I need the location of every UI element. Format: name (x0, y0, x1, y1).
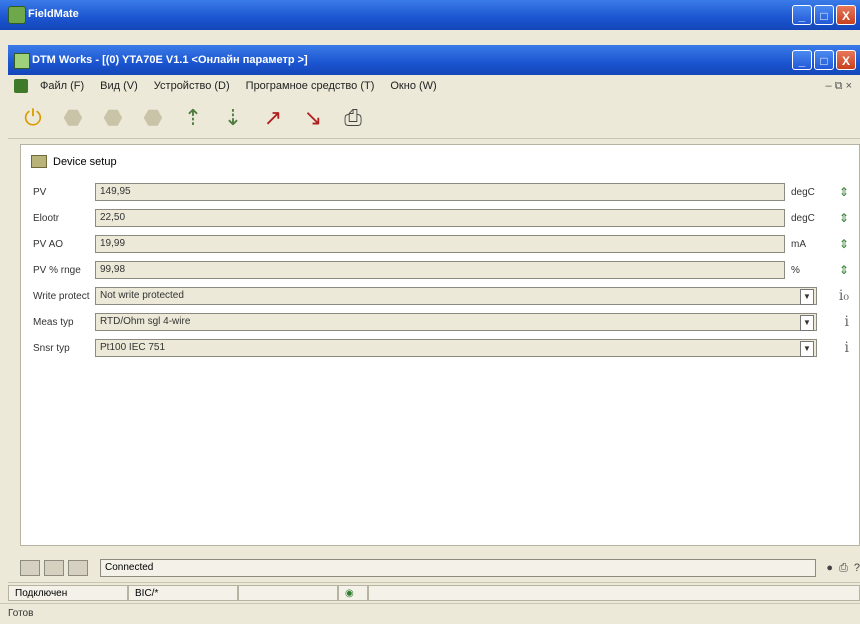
info-icon[interactable]: i (845, 340, 849, 356)
docbar-right-icons: ● ⎙ ? (826, 562, 860, 575)
parameter-label: PV % rnge (33, 265, 81, 276)
view-icon-3[interactable] (68, 560, 88, 576)
parameter-unit: % (791, 265, 800, 276)
parameter-select[interactable]: Pt100 IEC 751 ▼ (95, 339, 817, 357)
parameter-label: Snsr typ (33, 343, 70, 354)
outer-menu-strip (0, 30, 860, 42)
parameter-label: Elootr (33, 213, 60, 224)
parameter-label: Write protect (33, 291, 90, 302)
parameter-unit: degC (791, 213, 815, 224)
status-indicator-icon: ⇕ (838, 237, 849, 251)
info-icon[interactable]: i (845, 314, 849, 330)
online-icon[interactable]: ⏻ (16, 101, 50, 135)
parameter-value-field: 149,95 (95, 183, 785, 201)
view-icon-1[interactable] (20, 560, 40, 576)
inner-minimize-button[interactable]: _ (792, 50, 812, 70)
print-icon[interactable]: ⎙ (336, 101, 370, 135)
menu-window[interactable]: Окно (W) (382, 80, 444, 92)
outer-close-button[interactable]: X (836, 5, 856, 25)
outer-window-title: FieldMate (28, 8, 79, 20)
help-icon[interactable]: ? (854, 562, 860, 575)
print-small-icon[interactable]: ⎙ (839, 562, 848, 575)
upload-icon[interactable]: ⇡ (176, 101, 210, 135)
outer-title-bar: FieldMate _ □ X (0, 0, 860, 30)
document-status-bar: Connected ● ⎙ ? (20, 558, 860, 578)
outer-maximize-button[interactable]: □ (814, 5, 834, 25)
parameter-value: Pt100 IEC 751 (100, 342, 166, 353)
parameter-row: Elootr 22,50 degC ⇕ (21, 207, 859, 231)
transfer-down-icon[interactable]: ↘ (296, 101, 330, 135)
toolbar: ⏻ ⬣ ⬣ ⬣ ⇡ ⇣ ↗ ↘ ⎙ (8, 97, 860, 139)
status-indicator-icon: ⇕ (838, 263, 849, 277)
status-connected: Подключен (8, 585, 128, 601)
menu-device[interactable]: Устройство (D) (146, 80, 238, 92)
dropdown-arrow-icon[interactable]: ▼ (800, 289, 814, 305)
parameter-value: 19,99 (100, 238, 126, 249)
app-bottom-status: Готов (0, 603, 860, 624)
parameter-label: PV (33, 187, 47, 198)
parameter-value-field: 19,99 (95, 235, 785, 253)
parameter-label: Meas typ (33, 317, 74, 328)
connection-status: Connected (100, 559, 817, 577)
dropdown-arrow-icon[interactable]: ▼ (800, 315, 814, 331)
parameter-select[interactable]: RTD/Ohm sgl 4-wire ▼ (95, 313, 817, 331)
inner-window-title: DTM Works - [(0) YTA70E V1.1 <Онлайн пар… (32, 54, 308, 66)
outer-minimize-button[interactable]: _ (792, 5, 812, 25)
online-status-icon[interactable]: ● (826, 562, 833, 575)
download-icon[interactable]: ⇣ (216, 101, 250, 135)
parameter-value-field: 22,50 (95, 209, 785, 227)
inner-maximize-button[interactable]: □ (814, 50, 834, 70)
transfer-up-icon[interactable]: ↗ (256, 101, 290, 135)
menu-file[interactable]: Файл (F) (32, 80, 92, 92)
status-empty (238, 585, 338, 601)
info-icon[interactable]: i₀ (839, 288, 849, 304)
status-indicator-icon: ⇕ (838, 185, 849, 199)
dtm-works-icon (14, 53, 30, 69)
folder-icon (31, 155, 47, 168)
parameter-select[interactable]: Not write protected ▼ (95, 287, 817, 305)
view-icon-2[interactable] (44, 560, 64, 576)
parameter-row: PV 149,95 degC ⇕ (21, 181, 859, 205)
status-online-icon: ◉ (338, 585, 368, 601)
inner-close-button[interactable]: X (836, 50, 856, 70)
breadcrumb[interactable]: Device setup (31, 155, 117, 168)
parameter-value-field: 99,98 (95, 261, 785, 279)
mdi-controls[interactable]: – ⧉ × (825, 80, 860, 93)
status-mode: BIC/* (128, 585, 238, 601)
parameter-value: 149,95 (100, 186, 131, 197)
parameter-row: Meas typ RTD/Ohm sgl 4-wire ▼ i (21, 311, 859, 335)
parameter-value: 99,98 (100, 264, 126, 275)
parameter-row: PV AO 19,99 mA ⇕ (21, 233, 859, 257)
parameter-row: Snsr typ Pt100 IEC 751 ▼ i (21, 337, 859, 361)
parameter-unit: degC (791, 187, 815, 198)
fieldmate-app-icon (8, 6, 26, 24)
breadcrumb-label: Device setup (53, 155, 117, 168)
status-indicator-icon: ⇕ (838, 211, 849, 225)
status-bar: Подключен BIC/* ◉ (8, 582, 860, 603)
device-icon-1[interactable]: ⬣ (56, 101, 90, 135)
device-setup-panel: Device setup PV 149,95 degC ⇕ Elootr 22,50 deg… (20, 144, 860, 546)
ready-text: Готов (8, 608, 34, 619)
inner-title-bar: DTM Works - [(0) YTA70E V1.1 <Онлайн пар… (8, 45, 860, 75)
menu-tool[interactable]: Програмное средство (T) (238, 80, 383, 92)
parameter-value: 22,50 (100, 212, 126, 223)
mdi-document-icon (14, 79, 28, 93)
parameter-row: Write protect Not write protected ▼ i₀ (21, 285, 859, 309)
parameter-value: RTD/Ohm sgl 4-wire (100, 316, 191, 327)
parameter-unit: mA (791, 239, 806, 250)
device-icon-2[interactable]: ⬣ (96, 101, 130, 135)
status-fill (368, 585, 860, 601)
menu-bar: Файл (F) Вид (V) Устройство (D) Програмн… (8, 75, 860, 98)
device-icon-3[interactable]: ⬣ (136, 101, 170, 135)
parameter-row: PV % rnge 99,98% ⇕ (21, 259, 859, 283)
parameter-value: Not write protected (100, 290, 184, 301)
dropdown-arrow-icon[interactable]: ▼ (800, 341, 814, 357)
parameter-label: PV AO (33, 239, 64, 250)
menu-view[interactable]: Вид (V) (92, 80, 146, 92)
